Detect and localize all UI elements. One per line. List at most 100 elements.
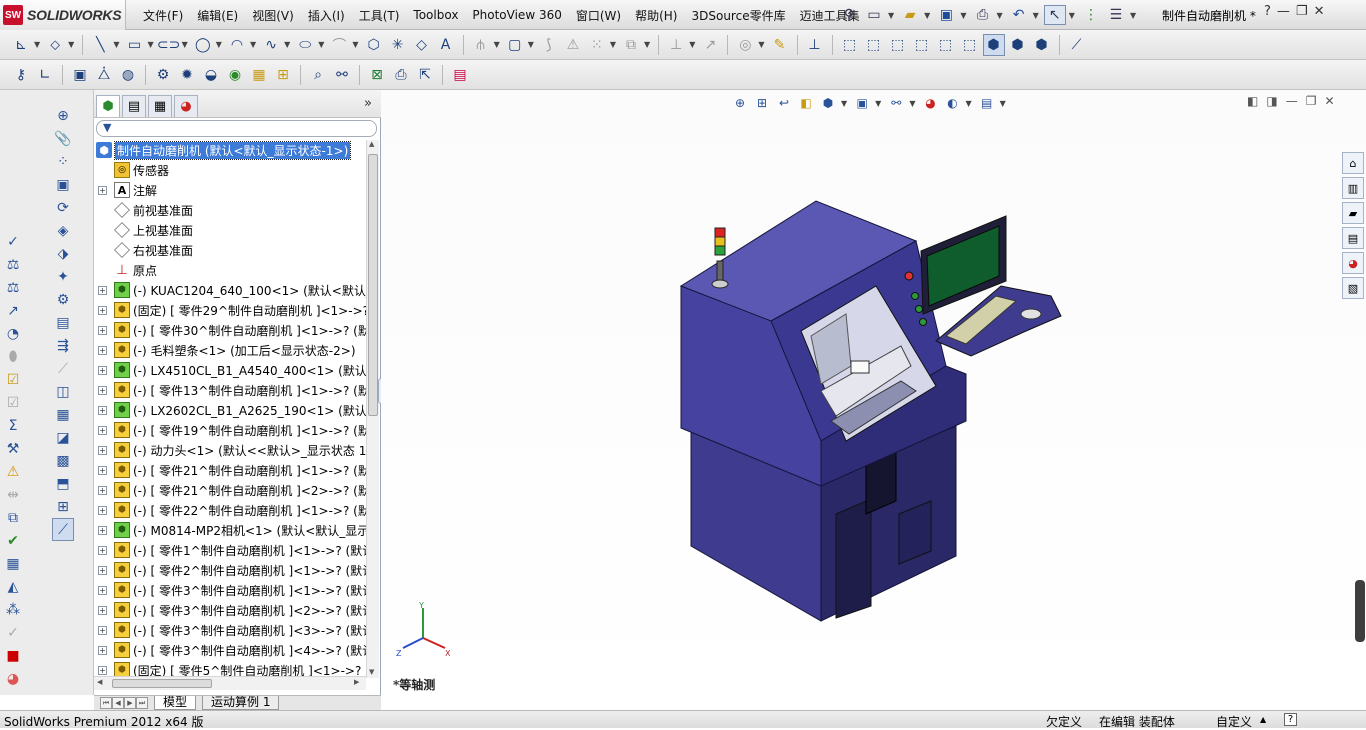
hide-show-icon[interactable]: ⚯: [887, 94, 905, 112]
tab-motion-study[interactable]: 运动算例 1: [202, 696, 280, 710]
tree-item[interactable]: + ⬢ (-) [ 零件30^制件自动磨削机 ]<1>->? (默: [98, 320, 366, 340]
scroll-right-icon[interactable]: ▶: [354, 678, 359, 686]
appearances-icon[interactable]: ◕: [1342, 252, 1364, 274]
table-icon[interactable]: ▦: [2, 552, 24, 575]
chevron-down-icon[interactable]: ▼: [1033, 11, 1039, 20]
view-front-icon[interactable]: ⬚: [839, 34, 861, 56]
expand-toggle-icon[interactable]: +: [98, 185, 107, 195]
chevron-down-icon[interactable]: ▼: [1000, 99, 1006, 108]
expand-toggle-icon[interactable]: +: [98, 465, 107, 475]
toolbox-icon[interactable]: ⊞: [272, 64, 294, 86]
menu-toolbox[interactable]: Toolbox: [406, 8, 465, 22]
custom-properties-icon[interactable]: ▧: [1342, 277, 1364, 299]
view-right-icon[interactable]: ⬚: [911, 34, 933, 56]
expand-toggle-icon[interactable]: +: [98, 425, 107, 435]
display-style-icon[interactable]: ▣: [853, 94, 871, 112]
expand-toggle-icon[interactable]: +: [98, 405, 107, 415]
expand-toggle-icon[interactable]: +: [98, 305, 107, 315]
tree-item[interactable]: + ⬢ (-) [ 零件19^制件自动磨削机 ]<1>->? (默: [98, 420, 366, 440]
spell-check-icon[interactable]: ✓: [2, 230, 24, 253]
graphics-viewport[interactable]: ⊕ ⊞ ↩ ◧ ⬢ ▼ ▣ ▼ ⚯ ▼ ◕ ◐ ▼ ▤ ▼ ◧ ◨ — ❐ ✕ ⌂ ▥ ▰…: [381, 90, 1366, 695]
view-dimetric-icon[interactable]: ⬢: [1031, 34, 1053, 56]
chevron-down-icon[interactable]: ▼: [644, 40, 650, 49]
show-hidden-icon[interactable]: ◈: [52, 219, 74, 242]
expand-toggle-icon[interactable]: +: [98, 285, 107, 295]
file-explorer-icon[interactable]: ▰: [1342, 202, 1364, 224]
menu-insert[interactable]: 插入(I): [301, 7, 352, 24]
chevron-down-icon[interactable]: ▼: [182, 40, 188, 49]
monitor-icon[interactable]: ▣: [69, 64, 91, 86]
tab-configurationmanager[interactable]: ▦: [148, 95, 172, 117]
tree-item[interactable]: + ⬢ (-) [ 零件3^制件自动磨削机 ]<4>->? (默认: [98, 640, 366, 660]
undo-icon[interactable]: ↶: [1008, 5, 1030, 25]
tree-item[interactable]: + ⬢ (-) [ 零件2^制件自动磨削机 ]<1>->? (默认: [98, 560, 366, 580]
chevron-down-icon[interactable]: ▼: [113, 40, 119, 49]
trim-icon[interactable]: ⟆: [538, 34, 560, 56]
gear-icon[interactable]: ⚙: [152, 64, 174, 86]
expand-toggle-icon[interactable]: +: [98, 485, 107, 495]
collapse-panel-icon[interactable]: »: [364, 96, 372, 111]
bill-of-materials-icon[interactable]: ▤: [52, 311, 74, 334]
expand-toggle-icon[interactable]: +: [98, 605, 107, 615]
menu-view[interactable]: 视图(V): [245, 7, 301, 24]
book-icon[interactable]: ▤: [449, 64, 471, 86]
edit-appearance-icon[interactable]: ◕: [921, 94, 939, 112]
view-isometric-icon[interactable]: ⬢: [982, 33, 1005, 56]
tree-item[interactable]: + ⬢ (固定) [ 零件29^制件自动磨削机 ]<1>->?: [98, 300, 366, 320]
tree-item[interactable]: + ⬢ (-) KUAC1204_640_100<1> (默认<默认_显: [98, 280, 366, 300]
scroll-thumb-horizontal[interactable]: [112, 679, 212, 688]
line-icon[interactable]: ╲: [89, 34, 111, 56]
tree-item[interactable]: ⊥ 原点: [114, 260, 157, 280]
relations-icon[interactable]: ⬦: [44, 34, 66, 56]
search-icon[interactable]: ⌕: [307, 64, 329, 86]
instant3d-icon[interactable]: ◫: [52, 380, 74, 403]
chevron-down-icon[interactable]: ▼: [34, 40, 40, 49]
new-motion-study-icon[interactable]: ⚙: [52, 288, 74, 311]
bottle-icon[interactable]: ⬮: [2, 345, 24, 368]
tree-item[interactable]: + ⬢ (-) [ 零件13^制件自动磨削机 ]<1>->? (默: [98, 380, 366, 400]
linear-pattern-icon[interactable]: ⁙: [586, 34, 608, 56]
assembly-icon[interactable]: ⧉: [2, 506, 24, 529]
tree-item[interactable]: + ⬢ (-) [ 零件3^制件自动磨削机 ]<2>->? (默认: [98, 600, 366, 620]
print-icon[interactable]: ⎙: [971, 5, 993, 25]
viewport-scroll-indicator[interactable]: [1355, 580, 1365, 642]
zoom-to-fit-icon[interactable]: ⊕: [731, 94, 749, 112]
balance-icon[interactable]: ⚖: [2, 253, 24, 276]
tree-vertical-scrollbar[interactable]: ▲ ▼: [366, 140, 379, 678]
offset-icon[interactable]: ▢: [504, 34, 526, 56]
fillet-icon[interactable]: ⌒: [328, 34, 350, 56]
pattern-icon[interactable]: ⁂: [2, 598, 24, 621]
insert-component-icon[interactable]: ⊕: [52, 104, 74, 127]
menu-edit[interactable]: 编辑(E): [190, 7, 245, 24]
gear-settings-icon[interactable]: ✹: [176, 64, 198, 86]
convert-entities-icon[interactable]: ⚠: [562, 34, 584, 56]
chevron-down-icon[interactable]: ▼: [528, 40, 534, 49]
chevron-down-icon[interactable]: ▼: [352, 40, 358, 49]
expand-toggle-icon[interactable]: +: [98, 505, 107, 515]
expand-toggle-icon[interactable]: +: [98, 345, 107, 355]
hole-alignment-icon[interactable]: ⬒: [52, 472, 74, 495]
design-library-icon[interactable]: ▥: [1342, 177, 1364, 199]
stop-icon[interactable]: ■: [2, 644, 24, 667]
tree-item[interactable]: + ⬢ (-) 毛料塑条<1> (加工后<显示状态-2>): [98, 340, 356, 360]
restore-button[interactable]: ❐: [1296, 4, 1308, 19]
spline-icon[interactable]: ∿: [260, 34, 282, 56]
view-palette-icon[interactable]: ▤: [1342, 227, 1364, 249]
expand-toggle-icon[interactable]: +: [98, 385, 107, 395]
menu-3dsource[interactable]: 3DSource零件库: [684, 7, 792, 24]
display-relations-icon[interactable]: ⊥: [665, 34, 687, 56]
reference-triad-icon[interactable]: ⊥: [804, 34, 826, 56]
file-properties-icon[interactable]: ☰: [1105, 5, 1127, 25]
component-preview-icon[interactable]: ▦: [52, 403, 74, 426]
open-folder-icon[interactable]: ▰: [899, 5, 921, 25]
print-preview-icon[interactable]: ⎙: [390, 64, 412, 86]
scale-icon[interactable]: ⚖: [2, 276, 24, 299]
gauge-icon[interactable]: ◔: [2, 322, 24, 345]
globe-icon[interactable]: ◍: [117, 64, 139, 86]
exploded-view-icon[interactable]: ⇶: [52, 334, 74, 357]
tree-horizontal-scrollbar[interactable]: ◀ ▶: [94, 676, 366, 690]
tree-item[interactable]: + ⬢ (-) [ 零件1^制件自动磨削机 ]<1>->? (默认: [98, 540, 366, 560]
home-icon[interactable]: ⌂: [1342, 152, 1364, 174]
chevron-down-icon[interactable]: ▼: [250, 40, 256, 49]
ellipse-icon[interactable]: ⬭: [294, 34, 316, 56]
